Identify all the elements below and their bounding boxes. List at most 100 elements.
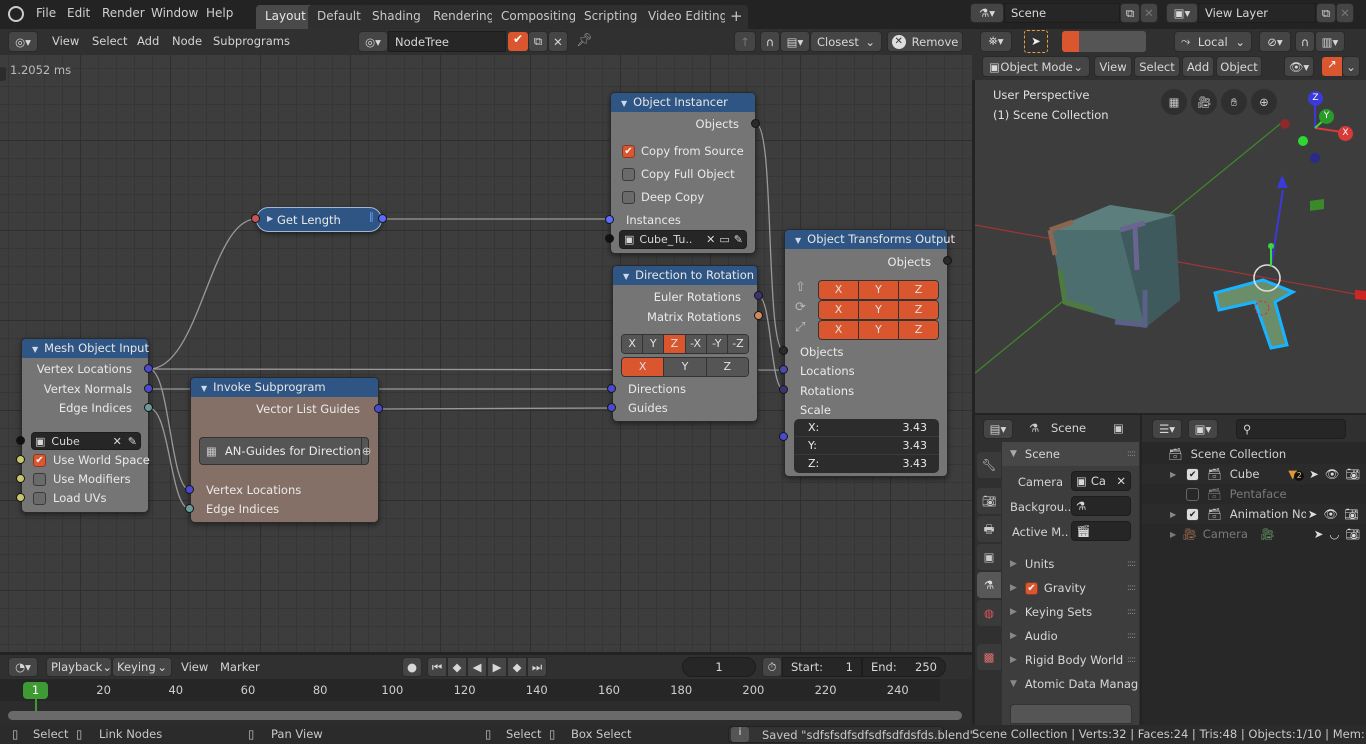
tab-shading[interactable]: Shading — [363, 5, 430, 29]
toggle-z[interactable]: Z — [899, 281, 938, 299]
tab-default[interactable]: Default — [308, 5, 370, 29]
selectable-icon[interactable]: ➤ — [1314, 527, 1324, 541]
toggle-x[interactable]: X — [819, 321, 859, 339]
preview-range-icon[interactable]: ⏱ — [762, 657, 782, 677]
deep-copy-checkbox[interactable] — [622, 191, 635, 204]
view-layer-tab-icon[interactable]: ▣ — [977, 544, 1001, 570]
start-frame-field[interactable]: Start: 1 — [782, 657, 862, 677]
view-layer-selector-button[interactable]: ▣▾ — [1166, 3, 1198, 23]
new-view-layer-icon[interactable]: ⧉ — [1316, 3, 1336, 23]
3d-viewport[interactable]: User Perspective (1) Scene Collection ▦ … — [975, 80, 1366, 413]
subprogram-selector[interactable]: ▦ AN-Guides for Direction ⊕ — [199, 437, 371, 465]
menu-view[interactable]: View — [52, 34, 79, 48]
snap-icon[interactable]: ∩ — [760, 31, 780, 52]
axis-neg-z[interactable]: -Z — [727, 335, 748, 353]
toggle-x[interactable]: X — [819, 281, 859, 299]
outliner-item[interactable]: 🗃︎ Pentaface — [1142, 484, 1366, 504]
new-scene-icon[interactable]: ⧉ — [1120, 3, 1140, 23]
clear-icon[interactable]: ✕ — [1116, 474, 1126, 488]
mode-extend-icon[interactable] — [1078, 31, 1096, 52]
mode-intersect-icon[interactable] — [1129, 31, 1146, 52]
socket-input[interactable] — [779, 432, 788, 441]
gizmo-axis-x[interactable]: X — [1338, 126, 1353, 141]
node-get-length[interactable]: ▶ Get Length ∥ — [256, 207, 382, 232]
playback-dropdown[interactable]: Playback ⌄ — [46, 657, 112, 677]
snap-mode-dropdown[interactable]: Closest ⌄ — [810, 31, 882, 52]
socket-input[interactable] — [607, 403, 616, 412]
outliner-search-input[interactable]: ⚲ — [1236, 419, 1346, 439]
use-world-space-checkbox[interactable]: ✔ — [33, 454, 46, 467]
active-clip-field[interactable]: 🎬︎ — [1071, 521, 1131, 541]
viewport-menu-add[interactable]: Add — [1182, 56, 1214, 77]
socket-output[interactable] — [754, 291, 763, 300]
socket-output[interactable] — [144, 384, 153, 393]
keying-dropdown[interactable]: Keying ⌄ — [112, 657, 172, 677]
background-scene-field[interactable]: ⚗ — [1071, 496, 1131, 516]
toggle-y[interactable]: Y — [859, 281, 899, 299]
panel-audio[interactable]: ▶ Audio:::: — [1002, 624, 1139, 648]
expand-icon[interactable]: ▶ — [267, 214, 273, 223]
drag-handle-icon[interactable]: :::: — [1127, 583, 1136, 593]
blender-logo-icon[interactable] — [8, 6, 24, 22]
exclude-checkbox[interactable] — [1186, 487, 1199, 501]
pin-icon[interactable]: 📌︎ — [576, 33, 593, 48]
clear-icon[interactable]: ✕ — [113, 435, 122, 448]
axis-z[interactable]: Z — [664, 335, 686, 353]
tab-compositing[interactable]: Compositing — [492, 5, 586, 29]
transform-pivot-button[interactable]: ⛯▾ — [980, 31, 1012, 52]
scale-x-field[interactable]: X: 3.43 — [794, 419, 939, 437]
panel-units[interactable]: ▶ Units:::: — [1002, 552, 1139, 576]
scene-selector-button[interactable]: ⚗▾ — [970, 3, 1004, 23]
axis-y[interactable]: Y — [643, 335, 665, 353]
node-tree-name-field[interactable]: NodeTree — [388, 31, 506, 52]
rotation-axis-toggles[interactable]: XYZ — [818, 300, 939, 320]
panel-keying-sets[interactable]: ▶ Keying Sets:::: — [1002, 600, 1139, 624]
gizmo-dropdown[interactable]: ⌄ — [1342, 56, 1360, 77]
expand-icon[interactable]: ▶ — [1170, 530, 1176, 539]
editor-type-button[interactable]: ▤▾ — [983, 419, 1013, 439]
hidden-eye-icon[interactable]: ◡ — [1329, 527, 1339, 541]
socket-output[interactable] — [943, 256, 952, 265]
display-icon[interactable]: ▭ — [719, 233, 729, 246]
mode-subtract-icon[interactable] — [1095, 31, 1113, 52]
copy-full-object-checkbox[interactable] — [622, 168, 635, 181]
fake-user-shield-icon[interactable]: ✔ — [508, 32, 528, 51]
menu-render[interactable]: Render — [102, 6, 145, 20]
mode-invert-icon[interactable] — [1112, 31, 1130, 52]
socket-input[interactable] — [779, 365, 788, 374]
timeline-area[interactable]: 20 40 60 80 100 120 140 160 180 200 220 240 1 — [0, 679, 972, 725]
snap-target-button[interactable]: ▥▾ — [1315, 31, 1345, 52]
proportional-editing-button[interactable]: ⊘▾ — [1259, 31, 1291, 52]
texture-tab-icon[interactable]: ▩ — [977, 644, 1001, 670]
socket-input[interactable] — [605, 234, 614, 243]
selectable-icon[interactable]: ➤ — [1308, 507, 1318, 521]
editor-type-button[interactable]: ◔▾ — [8, 657, 38, 677]
node-tree-type-button[interactable]: ◎▾ — [358, 31, 388, 52]
copy-from-source-checkbox[interactable]: ✔ — [622, 145, 635, 158]
playhead-frame[interactable]: 1 — [23, 682, 48, 699]
scene-tab-icon[interactable]: ⚗ — [977, 572, 1001, 598]
socket-input[interactable] — [16, 474, 25, 483]
drag-handle-icon[interactable]: :::: — [1127, 607, 1136, 617]
node-object-instancer[interactable]: ▼ Object Instancer Objects ✔ Copy from So… — [610, 92, 756, 254]
timeline-menu-marker[interactable]: Marker — [220, 660, 260, 674]
node-mesh-object-input[interactable]: ▼ Mesh Object Input Vertex Locations Vert… — [21, 338, 150, 513]
add-workspace-button[interactable]: + — [725, 5, 748, 29]
collapse-icon[interactable]: ▼ — [795, 236, 801, 245]
node-header[interactable]: ▼ Direction to Rotation — [613, 266, 757, 285]
drag-handle-icon[interactable]: :::: — [1127, 631, 1136, 641]
socket-input[interactable] — [185, 485, 194, 494]
menu-help[interactable]: Help — [206, 6, 233, 20]
socket-output[interactable] — [374, 404, 383, 413]
snap-icon[interactable]: ∩ — [1295, 31, 1315, 52]
socket-input[interactable] — [16, 455, 25, 464]
selection-mode-group[interactable] — [1062, 31, 1146, 52]
jump-end-icon[interactable]: ⏭ — [527, 657, 547, 677]
camera-render-icon[interactable]: 📷︎ — [1345, 527, 1360, 541]
socket-output[interactable] — [751, 119, 760, 128]
viewport-menu-view[interactable]: View — [1094, 56, 1132, 77]
socket-input[interactable] — [16, 493, 25, 502]
socket-output[interactable] — [754, 311, 763, 320]
menu-window[interactable]: Window — [151, 6, 198, 20]
menu-subprograms[interactable]: Subprograms — [213, 34, 290, 48]
